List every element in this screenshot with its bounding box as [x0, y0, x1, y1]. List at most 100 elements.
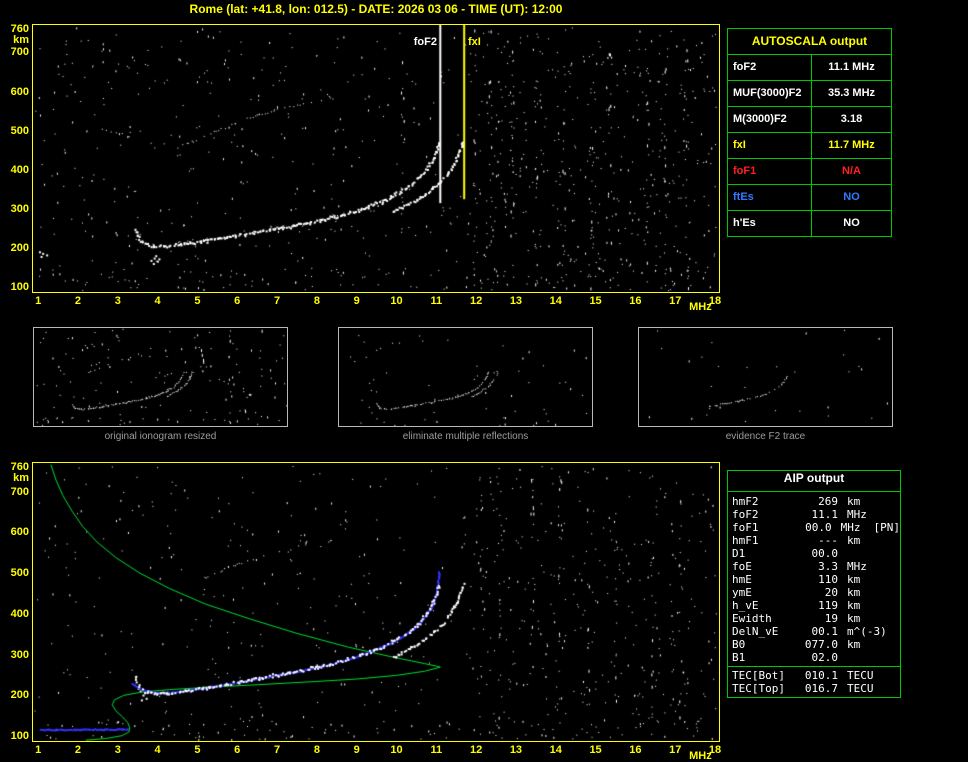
aip-row-value: 119	[818, 599, 838, 612]
autoscala-row-label: MUF(3000)F2	[728, 81, 812, 106]
aip-table-row: B0 077.0 km	[728, 638, 900, 651]
x-tick-label: 4	[154, 295, 161, 307]
aip-row-name: foF2	[732, 508, 759, 521]
ionogram-panel-top: foF2 fxI	[32, 24, 720, 293]
x-axis-unit: MHz	[689, 301, 712, 313]
autoscala-row-value: 11.7 MHz	[828, 139, 875, 151]
y-tick-label: 600	[10, 526, 29, 539]
x-tick-label: 1	[35, 295, 42, 307]
autoscala-row-label: foF1	[728, 159, 812, 184]
aip-row-value: 02.0	[811, 651, 839, 664]
x-tick-label: 12	[470, 744, 483, 756]
aip-row-note	[860, 612, 873, 625]
aip-row-unit: km	[847, 586, 861, 599]
aip-row-name: hmE	[732, 573, 752, 586]
aip-row-name: B1	[732, 651, 746, 664]
aip-row-unit: m^(-3)	[847, 625, 887, 638]
autoscala-row-value: 11.1 MHz	[828, 61, 875, 73]
y-axis-unit: km	[13, 34, 29, 46]
x-tick-label: 17	[669, 295, 682, 307]
aip-row-note	[874, 682, 887, 695]
autoscala-row-label: M(3000)F2	[728, 107, 812, 132]
x-tick-label: 11	[430, 744, 443, 756]
aip-row-name: ymE	[732, 586, 752, 599]
thumbnail-original-ionogram	[33, 327, 288, 427]
aip-row-value: ---	[818, 534, 838, 547]
aip-row-name: TEC[Top]	[732, 682, 785, 695]
x-tick-label: 16	[629, 295, 642, 307]
aip-table-row: foF1 00.0 MHz [PN]	[728, 521, 900, 534]
aip-table-row: h_vE 119 km	[728, 599, 900, 612]
x-tick-label: 8	[313, 295, 320, 307]
aip-table-row: DelN_vE 00.1 m^(-3)	[728, 625, 900, 638]
aip-row-unit	[838, 651, 847, 664]
x-tick-label: 2	[74, 744, 82, 756]
aip-table-row: D1 00.0	[728, 547, 900, 560]
x-tick-label: 4	[154, 744, 161, 756]
aip-row-unit: TECU	[847, 682, 874, 695]
aip-row-note	[860, 495, 873, 508]
autoscala-row-value: 3.18	[840, 113, 863, 125]
aip-row-value: 3.3	[818, 560, 838, 573]
aip-row-note	[847, 651, 860, 664]
aip-row-note	[860, 586, 873, 599]
y-tick-label: 300	[10, 203, 29, 215]
x-tick-label: 11	[430, 295, 443, 307]
fxi-marker-label: fxI	[467, 36, 482, 48]
bottom-ionogram-canvas	[33, 463, 719, 741]
aip-row-unit: TECU	[847, 669, 874, 682]
aip-row-name: hmF2	[732, 495, 759, 508]
x-tick-label: 16	[629, 744, 642, 756]
aip-table-row: TEC[Bot] 010.1 TECU	[728, 669, 900, 682]
autoscala-table-row: fxI 11.7 MHz	[728, 132, 891, 158]
aip-row-unit: km	[847, 612, 861, 625]
aip-row-value: 00.0	[811, 547, 839, 560]
aip-table-row: TEC[Top] 016.7 TECU	[728, 682, 900, 695]
x-tick-label: 10	[390, 295, 403, 307]
thumbnail-eliminate-reflections	[338, 327, 593, 427]
page-title: Rome (lat: +41.8, lon: 012.5) - DATE: 20…	[189, 2, 563, 16]
x-tick-label: 6	[234, 744, 241, 756]
autoscala-table-header: AUTOSCALA output	[751, 34, 868, 48]
autoscala-row-value: 35.3 MHz	[827, 87, 876, 99]
aip-row-value: 19	[824, 612, 838, 625]
y-tick-label: 700	[10, 485, 29, 498]
x-tick-label: 13	[509, 744, 523, 756]
autoscala-row-label: h'Es	[728, 211, 812, 236]
aip-row-note	[860, 573, 873, 586]
autoscala-output-table: AUTOSCALA output foF2 11.1 MHz MUF(3000)F2…	[727, 28, 892, 237]
y-tick-label: 400	[10, 607, 29, 620]
aip-row-value: 20	[824, 586, 838, 599]
autoscala-row-value: NO	[843, 217, 860, 229]
x-tick-label: 13	[509, 295, 523, 307]
x-tick-label: 3	[114, 744, 121, 756]
aip-row-unit	[838, 547, 847, 560]
autoscala-row-label: ftEs	[728, 185, 812, 210]
aip-table-header: AIP output	[728, 471, 900, 492]
y-axis-unit: km	[13, 472, 29, 484]
autoscala-table-row: MUF(3000)F2 35.3 MHz	[728, 80, 891, 106]
autoscala-row-label: foF2	[728, 55, 812, 80]
x-tick-label: 5	[194, 744, 201, 756]
aip-table-row: B1 02.0	[728, 651, 900, 664]
x-tick-label: 14	[549, 295, 562, 307]
aip-row-note	[887, 625, 900, 638]
aip-row-value: 016.7	[804, 682, 838, 695]
x-tick-label: 6	[234, 295, 241, 307]
aip-row-unit: km	[847, 534, 861, 547]
autoscala-table-row: ftEs NO	[728, 184, 891, 210]
y-tick-label: 300	[10, 648, 29, 661]
aip-table-row: hmE 110 km	[728, 573, 900, 586]
aip-row-name: D1	[732, 547, 746, 560]
x-tick-label: 8	[313, 744, 320, 756]
aip-table-row: Ewidth 19 km	[728, 612, 900, 625]
x-tick-label: 2	[74, 295, 82, 307]
y-tick-label: 600	[10, 85, 29, 98]
x-tick-label: 9	[353, 295, 360, 307]
x-tick-label: 10	[390, 744, 403, 756]
autoscala-row-value: N/A	[842, 165, 861, 177]
aip-row-name: Ewidth	[732, 612, 772, 625]
aip-row-value: 010.1	[804, 669, 838, 682]
aip-row-value: 11.1	[811, 508, 839, 521]
aip-table-row: foE 3.3 MHz	[728, 560, 900, 573]
